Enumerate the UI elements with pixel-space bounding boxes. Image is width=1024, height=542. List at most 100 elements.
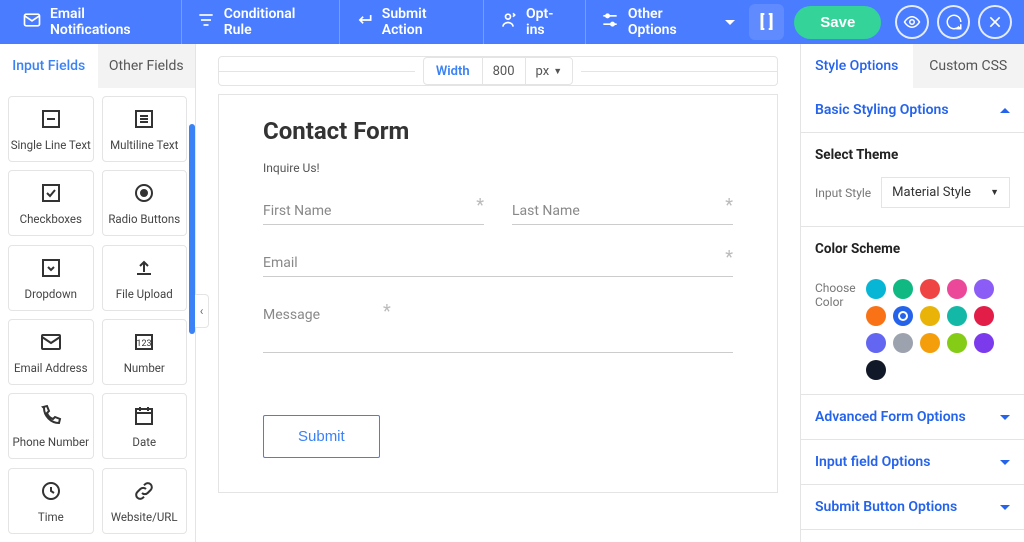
drop-icon xyxy=(38,255,64,281)
field-card-sline[interactable]: Single Line Text xyxy=(8,96,94,162)
topbar-conditional-rule[interactable]: Conditional Rule xyxy=(182,0,340,44)
section-title: Basic Styling Options xyxy=(815,102,949,118)
color-swatch[interactable] xyxy=(974,333,994,353)
field-card-link[interactable]: Website/URL xyxy=(102,468,188,534)
svg-text:123: 123 xyxy=(137,339,152,349)
section-basic-styling[interactable]: Basic Styling Options xyxy=(801,88,1024,133)
chevron-down-icon xyxy=(1000,505,1010,510)
message-input[interactable] xyxy=(263,301,733,353)
tab-style-options[interactable]: Style Options xyxy=(801,44,913,88)
field-card-label: Multiline Text xyxy=(110,138,178,152)
section-advanced-form[interactable]: Advanced Form Options xyxy=(801,395,1024,440)
mail-icon xyxy=(38,329,64,355)
field-card-time[interactable]: Time xyxy=(8,468,94,534)
radio-icon xyxy=(131,180,157,206)
field-card-drop[interactable]: Dropdown xyxy=(8,245,94,311)
preview-button[interactable] xyxy=(895,5,929,39)
color-swatch[interactable] xyxy=(974,306,994,326)
email-input[interactable] xyxy=(263,249,733,277)
mline-icon xyxy=(131,106,157,132)
form-subtitle: Inquire Us! xyxy=(263,161,733,175)
chevron-up-icon xyxy=(1000,108,1010,113)
filter-icon xyxy=(196,10,216,34)
color-swatch[interactable] xyxy=(866,333,886,353)
color-swatch[interactable] xyxy=(920,279,940,299)
tab-custom-css[interactable]: Custom CSS xyxy=(913,44,1024,88)
field-card-radio[interactable]: Radio Buttons xyxy=(102,170,188,236)
input-style-select[interactable]: Material Style ▼ xyxy=(881,177,1010,208)
color-swatch[interactable] xyxy=(866,279,886,299)
field-card-upload[interactable]: File Upload xyxy=(102,245,188,311)
section-input-field[interactable]: Input field Options xyxy=(801,440,1024,485)
color-swatch[interactable] xyxy=(866,306,886,326)
save-button[interactable]: Save xyxy=(794,6,881,39)
field-message[interactable]: Message * xyxy=(263,301,733,357)
width-control: Width 800 px ▼ xyxy=(218,56,778,86)
color-swatch[interactable] xyxy=(920,306,940,326)
input-style-label: Input Style xyxy=(815,186,871,200)
tab-other-fields[interactable]: Other Fields xyxy=(98,44,196,88)
topbar-label: Opt-ins xyxy=(526,6,571,38)
field-card-label: File Upload xyxy=(116,287,173,301)
color-swatch[interactable] xyxy=(974,279,994,299)
topbar-submit-action[interactable]: Submit Action xyxy=(340,0,484,44)
collapse-left-sidebar[interactable]: ‹ xyxy=(195,294,209,328)
field-card-label: Number xyxy=(124,361,165,375)
right-sidebar: Style Options Custom CSS Basic Styling O… xyxy=(800,44,1024,542)
required-icon: * xyxy=(476,195,484,216)
field-card-num[interactable]: 123 Number xyxy=(102,319,188,385)
color-swatch[interactable] xyxy=(947,306,967,326)
time-icon xyxy=(38,478,64,504)
first-name-input[interactable] xyxy=(263,197,484,225)
field-card-date[interactable]: Date xyxy=(102,393,188,459)
phone-icon xyxy=(38,403,64,429)
optin-icon xyxy=(498,10,518,34)
tab-input-fields[interactable]: Input Fields xyxy=(0,44,98,88)
field-card-label: Time xyxy=(38,510,64,524)
color-swatch[interactable] xyxy=(893,279,913,299)
required-icon: * xyxy=(383,301,391,322)
required-icon: * xyxy=(725,247,733,268)
form-preview[interactable]: Contact Form Inquire Us! First Name * La… xyxy=(218,94,778,493)
num-icon: 123 xyxy=(131,329,157,355)
color-swatch[interactable] xyxy=(947,279,967,299)
field-email[interactable]: Email * xyxy=(263,249,733,277)
field-card-label: Single Line Text xyxy=(11,138,91,152)
form-submit-button[interactable]: Submit xyxy=(263,415,380,458)
field-card-label: Email Address xyxy=(14,361,88,375)
color-swatch[interactable] xyxy=(920,333,940,353)
sliders-icon xyxy=(600,10,620,34)
close-button[interactable] xyxy=(978,5,1012,39)
color-swatch[interactable] xyxy=(893,306,913,326)
shortcode-button[interactable]: [ ] xyxy=(749,4,784,40)
section-title: Submit Button Options xyxy=(815,499,957,515)
refresh-button[interactable] xyxy=(937,5,971,39)
field-card-mail[interactable]: Email Address xyxy=(8,319,94,385)
width-unit-select[interactable]: px ▼ xyxy=(526,58,573,84)
topbar-label: Submit Action xyxy=(382,6,469,38)
section-title: Advanced Form Options xyxy=(815,409,966,425)
color-swatch[interactable] xyxy=(893,333,913,353)
field-card-label: Dropdown xyxy=(25,287,77,301)
field-card-label: Date xyxy=(132,435,156,449)
topbar-other-options[interactable]: Other Options xyxy=(586,0,749,44)
last-name-input[interactable] xyxy=(512,197,733,225)
link-icon xyxy=(131,478,157,504)
field-card-mline[interactable]: Multiline Text xyxy=(102,96,188,162)
required-icon: * xyxy=(725,195,733,216)
field-first-name[interactable]: First Name * xyxy=(263,197,484,225)
field-card-label: Checkboxes xyxy=(20,212,82,226)
field-card-check[interactable]: Checkboxes xyxy=(8,170,94,236)
field-last-name[interactable]: Last Name * xyxy=(512,197,733,225)
color-swatch[interactable] xyxy=(947,333,967,353)
form-title: Contact Form xyxy=(263,117,733,145)
field-card-phone[interactable]: Phone Number xyxy=(8,393,94,459)
topbar-email-notifications[interactable]: Email Notifications xyxy=(8,0,182,44)
width-value[interactable]: 800 xyxy=(483,58,526,84)
section-submit-button[interactable]: Submit Button Options xyxy=(801,485,1024,530)
color-swatch[interactable] xyxy=(866,360,886,380)
chevron-down-icon xyxy=(1000,460,1010,465)
topbar-opt-ins[interactable]: Opt-ins xyxy=(484,0,586,44)
field-card-label: Phone Number xyxy=(12,435,89,449)
width-label: Width xyxy=(424,58,483,84)
